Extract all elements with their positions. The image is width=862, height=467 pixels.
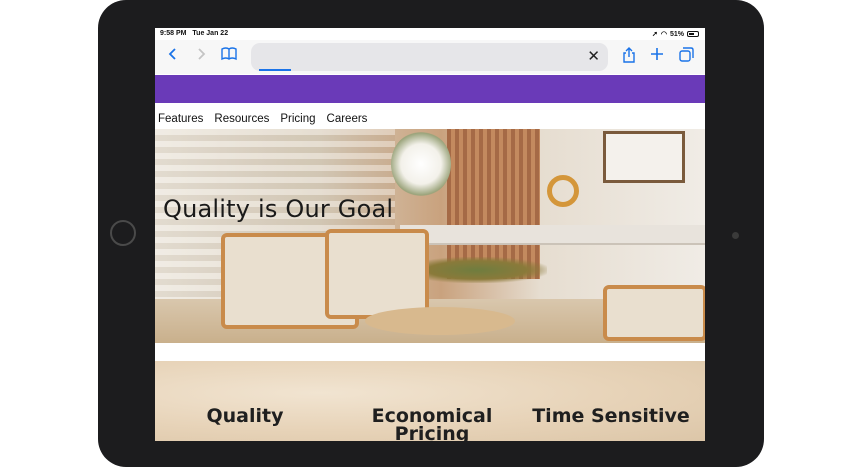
hero-image: Quality is Our Goal xyxy=(155,129,705,343)
plus-icon[interactable] xyxy=(650,47,664,67)
features-section: Quality Economical Pricing Time Sensitiv… xyxy=(155,361,705,441)
book-icon[interactable] xyxy=(221,47,237,67)
hero-round-mirror xyxy=(547,175,579,207)
tabs-icon[interactable] xyxy=(679,47,694,68)
hero-chair-middle xyxy=(325,229,429,319)
status-bar: 9:58 PM Tue Jan 22 ➚ ◠ 51% xyxy=(155,28,705,40)
feature-time-sensitive: Time Sensitive xyxy=(532,405,690,427)
nav-item-pricing[interactable]: Pricing xyxy=(280,110,315,130)
site-header-bar xyxy=(155,75,705,103)
hero-shelf xyxy=(400,225,705,245)
battery-percent: 51% xyxy=(669,30,684,38)
nav-item-features[interactable]: Features xyxy=(158,110,203,130)
feature-economical-pricing: Economical Pricing xyxy=(371,405,493,442)
nav-item-careers[interactable]: Careers xyxy=(327,110,368,130)
hero-title: Quality is Our Goal xyxy=(163,195,394,223)
url-bar[interactable]: ✕ xyxy=(251,43,608,71)
home-button[interactable] xyxy=(110,220,136,246)
screen: 9:58 PM Tue Jan 22 ➚ ◠ 51% ✕ Features Re… xyxy=(155,28,705,441)
hero-wall-art xyxy=(603,131,685,183)
wifi-icon: ◠ xyxy=(660,31,667,38)
nav-item-resources[interactable]: Resources xyxy=(214,110,269,130)
chevron-left-icon[interactable] xyxy=(167,47,179,67)
feature-quality: Quality xyxy=(206,405,284,427)
chevron-right-icon[interactable] xyxy=(195,47,207,67)
hero-chair-right xyxy=(603,285,705,341)
load-progress-bar xyxy=(259,69,291,71)
location-icon: ➚ xyxy=(652,31,658,38)
status-date: Tue Jan 22 xyxy=(192,30,229,37)
battery-icon xyxy=(687,31,699,37)
hero-coffee-table xyxy=(365,307,515,335)
hero-flowers xyxy=(391,131,451,197)
front-camera xyxy=(732,232,739,239)
close-icon[interactable]: ✕ xyxy=(587,47,600,67)
site-nav: Features Resources Pricing Careers xyxy=(155,110,705,130)
safari-toolbar: ✕ xyxy=(155,40,705,74)
share-icon[interactable] xyxy=(622,47,636,69)
status-time: 9:58 PM xyxy=(160,30,187,37)
